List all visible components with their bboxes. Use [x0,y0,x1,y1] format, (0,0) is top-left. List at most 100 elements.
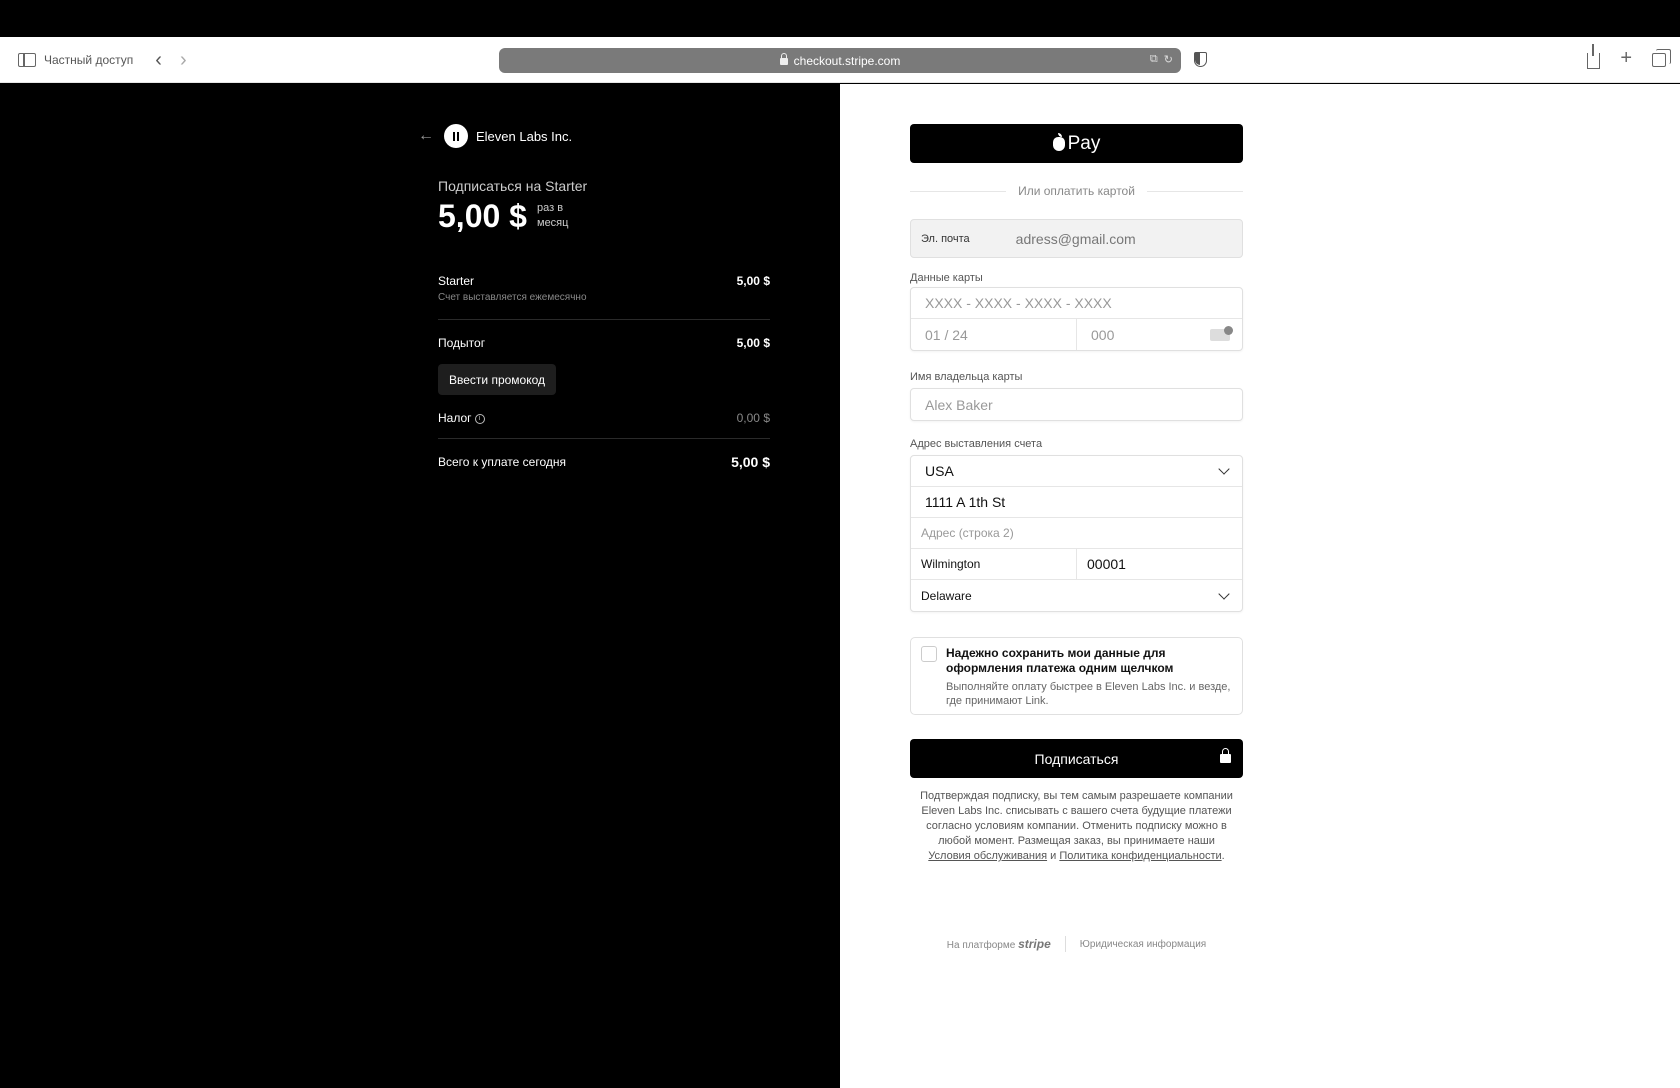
subscribe-button[interactable]: Подписаться [910,739,1243,778]
item-name: Starter [438,274,475,288]
powered-label: На платформе [946,940,1016,951]
tax-row: Налог i 0,00 $ [438,411,770,425]
share-icon[interactable] [1587,44,1601,69]
address-line2-input[interactable]: Адрес (строка 2) [911,518,1242,548]
legal-body: Подтверждая подписку, вы тем самым разре… [920,790,1233,847]
tax-label: Налог [438,411,472,425]
address-line1-input[interactable]: 1111 A 1th St [911,487,1242,517]
price: 5,00 $ [438,198,527,234]
country-row: USA [911,456,1242,487]
tax-amount: 0,00 $ [736,411,770,425]
holder-label: Имя владельца карты [910,371,1023,383]
private-mode-label: Частный доступ [44,53,134,67]
link-save-option[interactable]: Надежно сохранить мои данные для оформле… [910,637,1243,715]
translate-icon[interactable]: ⧉ [1150,53,1158,66]
apple-pay-label: Pay [1067,132,1101,154]
holder-input[interactable]: Alex Baker [911,389,1242,420]
os-top-bar [0,0,1680,37]
holder-field: Alex Baker [910,388,1243,421]
legal-text: Подтверждая подписку, вы тем самым разре… [920,790,1233,862]
subscribe-label: Подписаться [1034,750,1119,767]
state-row: Delaware [911,580,1242,611]
browser-left-controls: Частный доступ ‹ › [18,50,187,70]
divider [438,438,770,439]
save-title: Надежно сохранить мои данные для оформле… [946,646,1174,675]
save-checkbox[interactable] [921,646,937,662]
billing-period: раз в месяц [537,202,569,229]
country-select[interactable]: USA [911,456,1242,486]
or-divider: Или оплатить картой [910,184,1243,198]
powered-by[interactable]: На платформе stripe [947,937,1051,951]
card-expiry-cvc-row: 01 / 24 000 [911,319,1242,350]
order-summary-panel: ← Eleven Labs Inc. Подписаться на Starte… [0,84,840,1088]
terms-link[interactable]: Условия обслуживания [928,850,1047,862]
privacy-link[interactable]: Политика конфиденциальности [1059,850,1221,862]
divider [438,319,770,320]
city-zip-row: Wilmington 00001 [911,549,1242,580]
subscribe-title: Подписаться на Starter [438,178,588,194]
card-number-row: XXXX - XXXX - XXXX - XXXX [911,288,1242,319]
city-input[interactable]: Wilmington [911,549,1076,579]
item-amount: 5,00 $ [736,274,770,288]
expiry-input[interactable]: 01 / 24 [911,319,1076,350]
state-value: Delaware [921,588,972,603]
new-tab-icon[interactable]: + [1620,47,1632,70]
cvc-input[interactable]: 000 [1091,327,1114,343]
or-card-text: Или оплатить картой [1018,184,1135,198]
footer: На платформе stripe Юридическая информац… [910,936,1243,952]
tax-label-wrap: Налог i [438,411,485,425]
subtotal-row: Подытог 5,00 $ [438,336,770,350]
lock-icon [1220,748,1231,763]
lock-icon [779,53,788,65]
chevron-down-icon [1218,587,1230,600]
reload-icon[interactable]: ↻ [1164,53,1173,66]
email-label: Эл. почта [921,232,970,245]
apple-pay-button[interactable]: Pay [910,124,1243,163]
payment-panel: Pay Или оплатить картой Эл. почта adress… [840,84,1680,1088]
save-description: Выполняйте оплату быстрее в Eleven Labs … [946,681,1231,707]
line-item: Starter 5,00 $ [438,274,770,288]
url-text: checkout.stripe.com [793,53,901,68]
address-label: Адрес выставления счета [910,438,1043,450]
item-note-row: Счет выставляется ежемесячно [438,292,770,303]
country-value: USA [925,463,954,479]
stripe-logo: stripe [1018,937,1051,951]
tab-overview-icon[interactable] [1652,49,1671,67]
address-fields: USA 1111 A 1th St Адрес (строка 2) Wilmi… [910,455,1243,612]
subtotal-amount: 5,00 $ [736,336,770,350]
footer-separator [1064,936,1066,952]
zip-input[interactable]: 00001 [1076,549,1242,579]
chevron-down-icon [1218,463,1230,475]
promo-code-button[interactable]: Ввести промокод [438,364,557,395]
total-label: Всего к уплате сегодня [438,455,566,469]
browser-toolbar: Частный доступ ‹ › checkout.stripe.com ⧉… [0,37,1680,83]
cvc-field[interactable]: 000 [1076,319,1242,350]
total-amount: 5,00 $ [731,454,770,470]
sidebar-toggle-icon[interactable] [18,53,36,67]
card-number-input[interactable]: XXXX - XXXX - XXXX - XXXX [911,288,1242,318]
address-bar[interactable]: checkout.stripe.com ⧉ ↻ [499,48,1181,73]
legal-info-link[interactable]: Юридическая информация [1080,939,1206,950]
cvc-card-icon [1210,325,1233,341]
card-label: Данные карты [910,272,983,284]
merchant-name: Eleven Labs Inc. [476,128,573,144]
email-value: adress@gmail.com [1015,230,1136,247]
address-line2-row: Адрес (строка 2) [911,518,1242,549]
holder-row: Alex Baker [911,389,1242,420]
email-field[interactable]: Эл. почта adress@gmail.com [910,219,1243,258]
merchant-header[interactable]: ← Eleven Labs Inc. [418,124,572,148]
forward-icon[interactable]: › [180,50,187,70]
card-fields: XXXX - XXXX - XXXX - XXXX 01 / 24 000 [910,287,1243,351]
back-icon[interactable]: ‹ [155,50,162,70]
address-line1-row: 1111 A 1th St [911,487,1242,518]
apple-logo-icon [1052,132,1065,151]
total-row: Всего к уплате сегодня 5,00 $ [438,454,770,470]
info-icon[interactable]: i [474,413,485,424]
item-note: Счет выставляется ежемесячно [438,292,587,303]
subtotal-label: Подытог [438,336,486,350]
and-word: и [1050,850,1057,862]
back-arrow-icon[interactable]: ← [418,127,434,145]
merchant-logo [444,124,468,148]
privacy-shield-icon[interactable] [1194,52,1207,67]
state-select[interactable]: Delaware [911,580,1242,611]
